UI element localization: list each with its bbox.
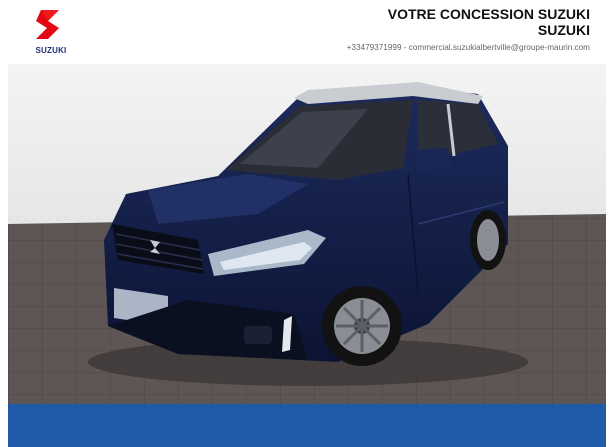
vehicle-photo[interactable]	[8, 64, 606, 404]
suzuki-s-logo-icon	[36, 10, 59, 39]
page-header: SUZUKI VOTRE CONCESSION SUZUKI SUZUKI +3…	[0, 0, 610, 64]
footer-color-bar	[8, 404, 606, 447]
dealer-title-line2: SUZUKI	[537, 22, 590, 38]
car-photo-icon	[8, 64, 606, 404]
dealer-title-line1: VOTRE CONCESSION SUZUKI	[387, 6, 590, 22]
suzuki-logo[interactable]: SUZUKI	[28, 8, 74, 58]
dealer-contact[interactable]: +33479371999 - commercial.suzukialbertvi…	[347, 43, 590, 52]
dealer-title-block: VOTRE CONCESSION SUZUKI SUZUKI	[388, 6, 590, 38]
logo-wordmark: SUZUKI	[35, 46, 67, 55]
